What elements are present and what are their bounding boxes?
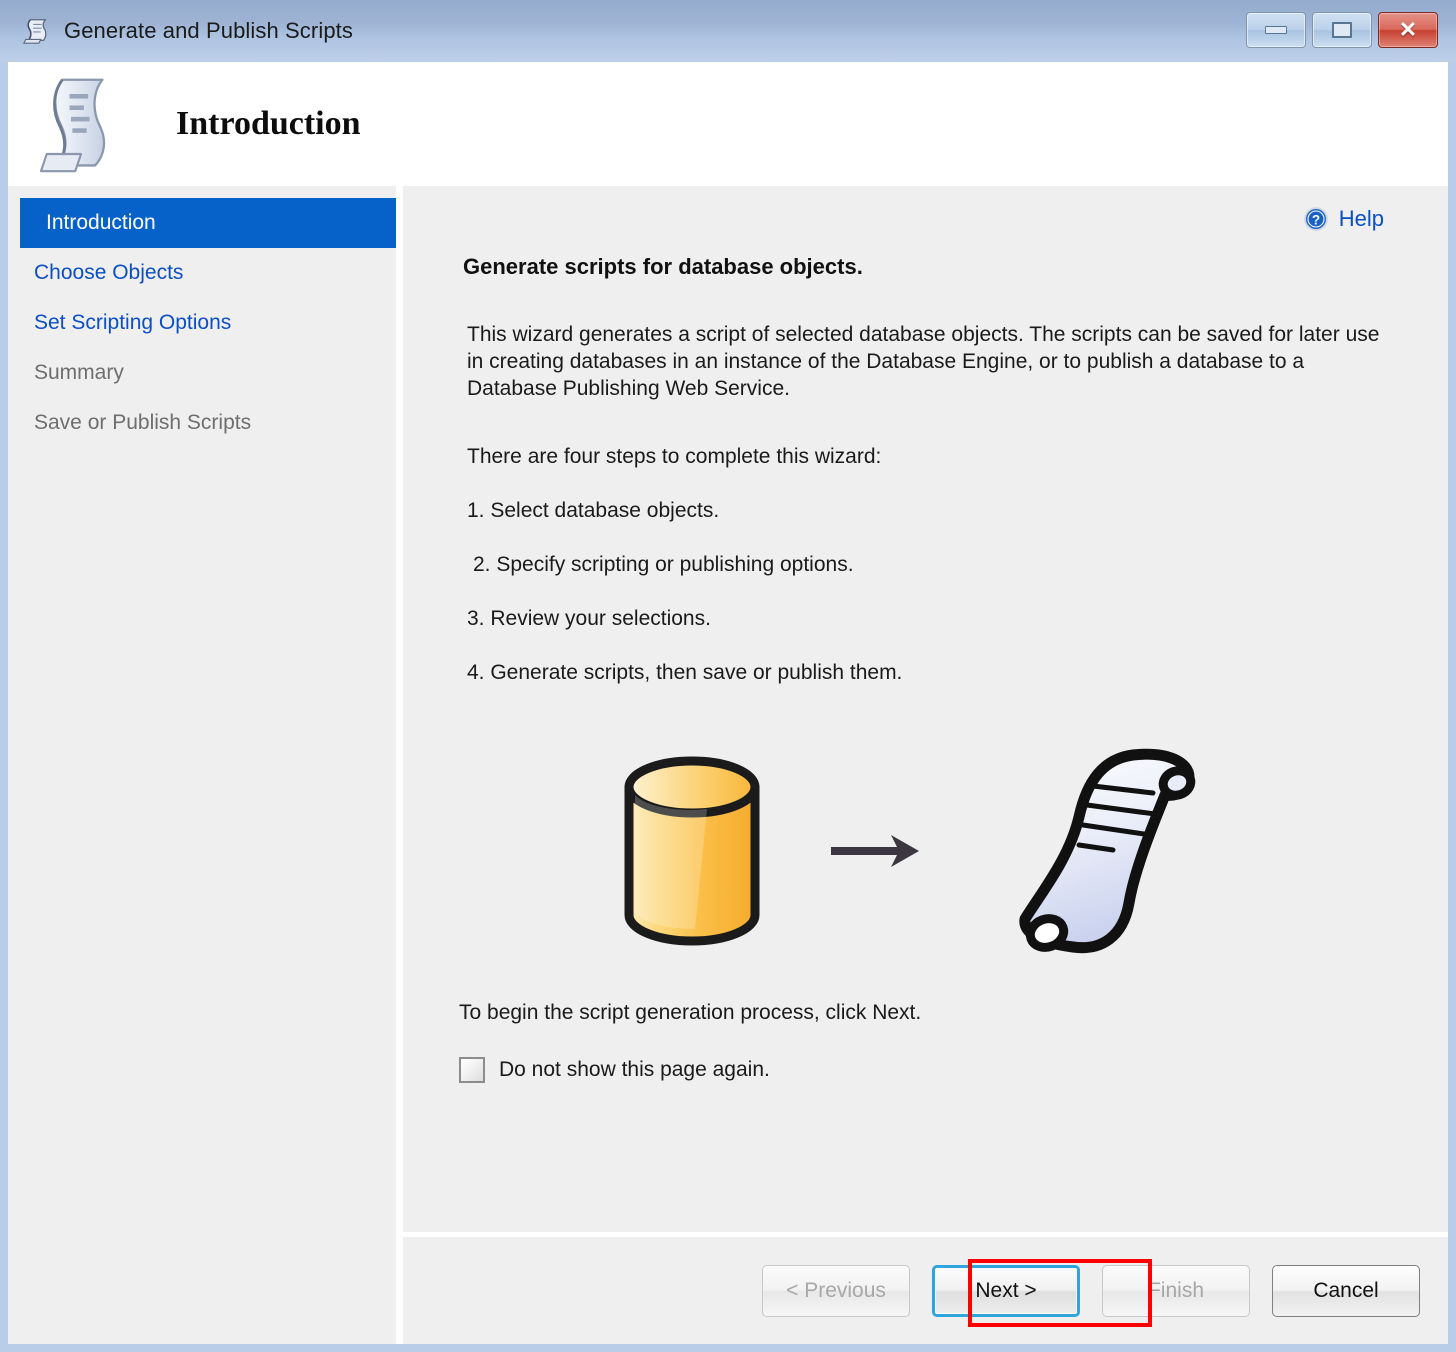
main-pane: ? Help Generate scripts for database obj… [402, 186, 1448, 1344]
sidebar-item-label: Set Scripting Options [34, 311, 232, 334]
footer-note: To begin the script generation process, … [459, 1000, 922, 1024]
sidebar-item-label: Save or Publish Scripts [34, 411, 252, 434]
script-scroll-icon [1018, 748, 1195, 953]
cancel-button-label: Cancel [1313, 1278, 1379, 1302]
do-not-show-again-row[interactable]: Do not show this page again. [459, 1056, 1392, 1083]
previous-button: < Previous [762, 1264, 910, 1317]
sidebar-item-set-scripting-options[interactable]: Set Scripting Options [8, 298, 396, 348]
page-title: Introduction [176, 105, 361, 142]
next-button-label: Next > [975, 1278, 1037, 1302]
previous-button-label: < Previous [786, 1278, 886, 1302]
sidebar-item-choose-objects[interactable]: Choose Objects [8, 248, 396, 298]
script-scroll-icon [39, 78, 106, 173]
sidebar-item-label: Summary [34, 361, 124, 384]
minimize-icon [1265, 26, 1287, 34]
sidebar-item-introduction[interactable]: Introduction [20, 198, 396, 248]
minimize-button[interactable] [1246, 12, 1306, 48]
sidebar-item-save-or-publish-scripts: Save or Publish Scripts [8, 398, 396, 448]
next-button[interactable]: Next > [932, 1264, 1080, 1317]
main-content: ? Help Generate scripts for database obj… [403, 186, 1448, 1232]
close-icon: ✕ [1398, 17, 1418, 42]
process-illustration [447, 731, 1392, 971]
help-question-icon: ? [1303, 207, 1328, 231]
window-title: Generate and Publish Scripts [64, 18, 353, 43]
content-heading: Generate scripts for database objects. [463, 254, 863, 279]
window-controls: ✕ [1246, 12, 1438, 48]
sidebar-item-summary: Summary [8, 348, 396, 398]
body-split: Introduction Choose Objects Set Scriptin… [8, 186, 1448, 1344]
client-area: Introduction Introduction Choose Objects… [8, 62, 1448, 1344]
step-item-2: 2. Specify scripting or publishing optio… [473, 552, 854, 576]
svg-text:?: ? [1312, 212, 1320, 227]
sidebar-item-label: Choose Objects [34, 261, 184, 284]
help-link[interactable]: ? Help [429, 186, 1422, 232]
help-label: Help [1338, 206, 1384, 231]
close-button[interactable]: ✕ [1378, 12, 1438, 48]
page-banner: Introduction [8, 62, 1448, 186]
title-bar: Generate and Publish Scripts ✕ [0, 0, 1456, 62]
database-cylinder-icon [624, 756, 759, 946]
wizard-button-bar: < Previous Next > Finish Cancel [403, 1232, 1448, 1344]
step-item-3: 3. Review your selections. [467, 606, 711, 630]
maximize-icon [1332, 22, 1352, 38]
step-item-4: 4. Generate scripts, then save or publis… [467, 660, 903, 684]
content-body: Generate scripts for database objects. T… [429, 254, 1422, 1083]
cancel-button[interactable]: Cancel [1272, 1264, 1420, 1317]
wizard-steps-sidebar: Introduction Choose Objects Set Scriptin… [8, 186, 402, 1344]
do-not-show-again-label: Do not show this page again. [499, 1057, 770, 1081]
sidebar-item-label: Introduction [46, 211, 156, 234]
do-not-show-again-checkbox[interactable] [459, 1056, 485, 1083]
wizard-window: Generate and Publish Scripts ✕ Introduct… [0, 0, 1456, 1352]
right-arrow-icon [830, 834, 919, 867]
maximize-button[interactable] [1312, 12, 1372, 48]
script-scroll-icon [22, 19, 47, 44]
content-paragraph: This wizard generates a script of select… [467, 323, 1380, 400]
finish-button: Finish [1102, 1264, 1250, 1317]
finish-button-label: Finish [1147, 1278, 1205, 1302]
step-item-1: 1. Select database objects. [467, 498, 720, 522]
steps-intro: There are four steps to complete this wi… [467, 444, 882, 468]
